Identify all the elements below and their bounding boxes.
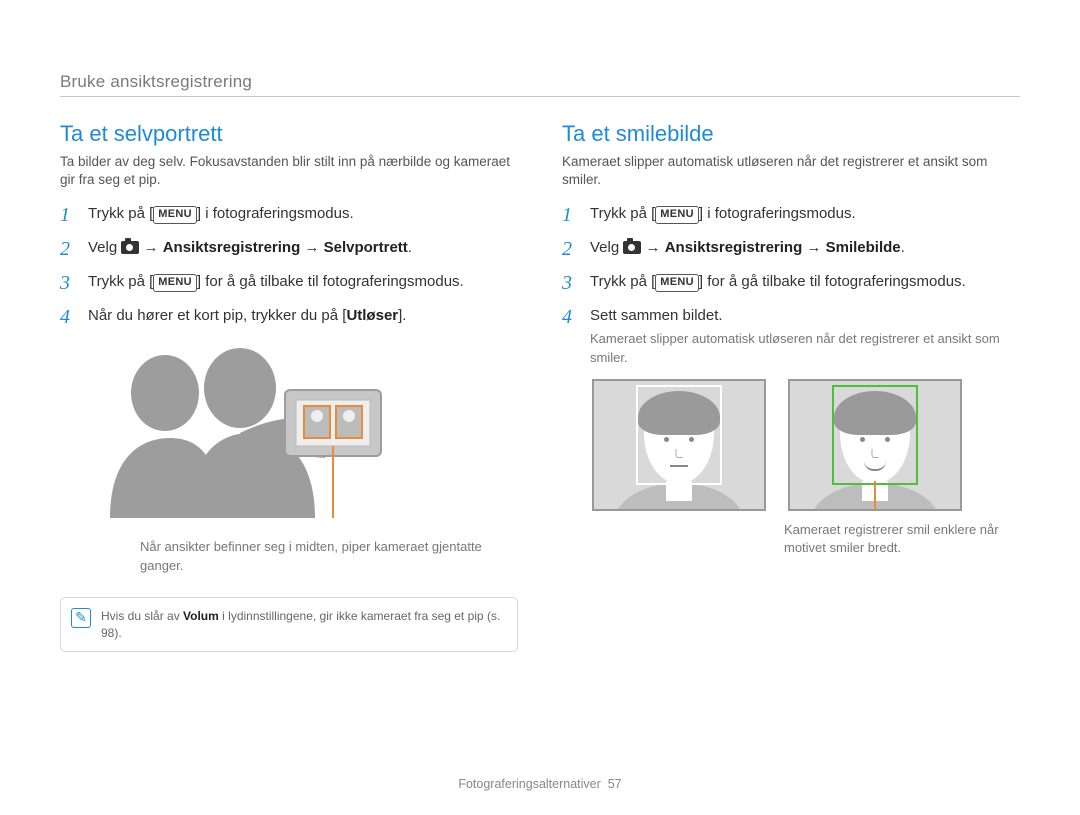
- arrow-icon: →: [641, 239, 664, 256]
- text: ].: [398, 307, 406, 324]
- breadcrumb: Bruke ansiktsregistrering: [60, 72, 1020, 97]
- smile-detection-box: [832, 385, 918, 485]
- menu-chip: MENU: [655, 274, 699, 292]
- note-icon: ✎: [71, 608, 91, 628]
- right-intro: Kameraet slipper automatisk utløseren nå…: [562, 153, 1020, 189]
- menu-chip: MENU: [153, 206, 197, 224]
- text: Sett sammen bildet.: [590, 307, 723, 324]
- left-steps: Trykk på [MENU] i fotograferingsmodus. V…: [60, 203, 518, 326]
- bold-text: Smilebilde: [826, 239, 901, 256]
- thumbnail-smiling-face: [788, 379, 962, 511]
- arrow-icon: →: [300, 239, 323, 256]
- text: ] i fotograferingsmodus.: [197, 205, 354, 222]
- bold-text: Ansiktsregistrering: [163, 239, 301, 256]
- selfie-illustration: [90, 338, 410, 528]
- page-number: 57: [608, 777, 622, 791]
- left-section-title: Ta et selvportrett: [60, 121, 518, 147]
- left-step-1: Trykk på [MENU] i fotograferingsmodus.: [60, 203, 518, 225]
- smile-thumbnails: [592, 379, 1020, 511]
- selfie-svg: [90, 338, 410, 518]
- camera-icon: [623, 241, 641, 254]
- right-step-4: Sett sammen bildet. Kameraet slipper aut…: [562, 305, 1020, 367]
- camera-icon: [121, 241, 139, 254]
- leader-line: [874, 481, 876, 511]
- right-column: Ta et smilebilde Kameraet slipper automa…: [562, 121, 1020, 652]
- page-footer: Fotograferingsalternativer 57: [0, 777, 1080, 791]
- text: .: [901, 239, 905, 256]
- text: Trykk på [: [590, 273, 655, 290]
- left-illustration-caption: Når ansikter befinner seg i midten, pipe…: [140, 538, 518, 574]
- right-step-1: Trykk på [MENU] i fotograferingsmodus.: [562, 203, 1020, 225]
- bold-text: Ansiktsregistrering: [665, 239, 803, 256]
- text: ] i fotograferingsmodus.: [699, 205, 856, 222]
- face-detection-box: [636, 385, 722, 485]
- note-box: ✎ Hvis du slår av Volum i lydinnstilling…: [60, 597, 518, 653]
- bold-text: Volum: [183, 609, 219, 623]
- left-step-3: Trykk på [MENU] for å gå tilbake til fot…: [60, 271, 518, 293]
- text: Velg: [590, 239, 623, 256]
- footer-label: Fotograferingsalternativer: [458, 777, 600, 791]
- thumbnail-neutral-face: [592, 379, 766, 511]
- text: Trykk på [: [88, 205, 153, 222]
- left-step-4: Når du hører et kort pip, trykker du på …: [60, 305, 518, 327]
- text: ] for å gå tilbake til fotograferingsmod…: [699, 273, 966, 290]
- two-column-layout: Ta et selvportrett Ta bilder av deg selv…: [60, 121, 1020, 652]
- arrow-icon: →: [139, 239, 162, 256]
- left-intro: Ta bilder av deg selv. Fokusavstanden bl…: [60, 153, 518, 189]
- right-steps: Trykk på [MENU] i fotograferingsmodus. V…: [562, 203, 1020, 366]
- note-text: Hvis du slår av: [101, 609, 183, 623]
- arrow-icon: →: [802, 239, 825, 256]
- menu-chip: MENU: [153, 274, 197, 292]
- bold-text: Utløser: [346, 307, 398, 324]
- text: .: [408, 239, 412, 256]
- text: Trykk på [: [88, 273, 153, 290]
- right-illustration-caption: Kameraet registrerer smil enklere når mo…: [784, 521, 1020, 557]
- right-step-4-subtext: Kameraet slipper automatisk utløseren nå…: [590, 330, 1020, 366]
- text: Når du hører et kort pip, trykker du på …: [88, 307, 346, 324]
- left-column: Ta et selvportrett Ta bilder av deg selv…: [60, 121, 518, 652]
- right-section-title: Ta et smilebilde: [562, 121, 1020, 147]
- manual-page: Bruke ansiktsregistrering Ta et selvport…: [0, 0, 1080, 815]
- bold-text: Selvportrett: [324, 239, 408, 256]
- text: Trykk på [: [590, 205, 655, 222]
- menu-chip: MENU: [655, 206, 699, 224]
- right-step-2: Velg → Ansiktsregistrering → Smilebilde.: [562, 237, 1020, 259]
- right-step-3: Trykk på [MENU] for å gå tilbake til fot…: [562, 271, 1020, 293]
- text: Velg: [88, 239, 121, 256]
- left-step-2: Velg → Ansiktsregistrering → Selvportret…: [60, 237, 518, 259]
- text: ] for å gå tilbake til fotograferingsmod…: [197, 273, 464, 290]
